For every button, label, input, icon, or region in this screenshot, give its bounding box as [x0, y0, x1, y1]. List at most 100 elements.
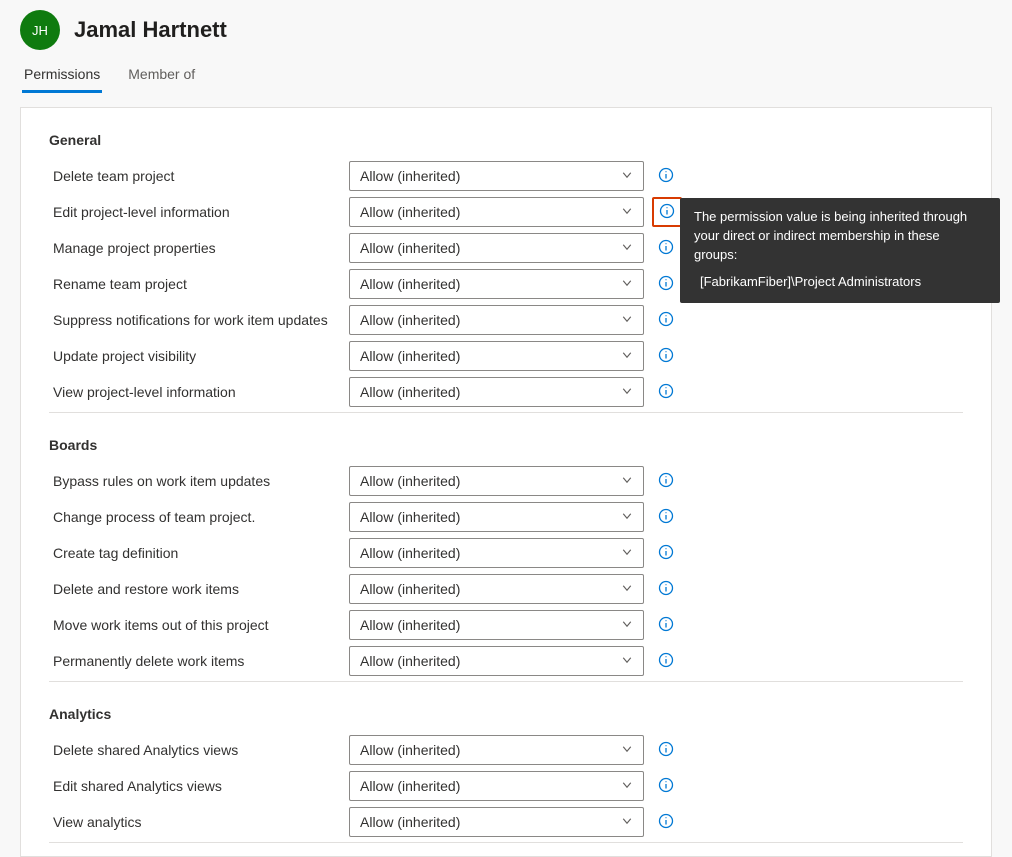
chevron-down-icon [621, 509, 633, 525]
chevron-down-icon [621, 240, 633, 256]
chevron-down-icon [621, 168, 633, 184]
permission-value: Allow (inherited) [360, 814, 460, 830]
permission-row: Suppress notifications for work item upd… [49, 302, 963, 338]
permission-label: Delete and restore work items [49, 581, 349, 597]
info-button[interactable] [652, 580, 680, 599]
info-icon [658, 347, 674, 366]
avatar-initials: JH [32, 23, 48, 38]
info-button[interactable] [652, 472, 680, 491]
info-button[interactable] [652, 197, 682, 227]
info-button[interactable] [652, 347, 680, 366]
chevron-down-icon [621, 384, 633, 400]
permission-label: Delete team project [49, 168, 349, 184]
permission-select[interactable]: Allow (inherited) [349, 269, 644, 299]
permission-value: Allow (inherited) [360, 581, 460, 597]
info-button[interactable] [652, 383, 680, 402]
permission-select[interactable]: Allow (inherited) [349, 197, 644, 227]
permission-value: Allow (inherited) [360, 509, 460, 525]
permission-row: Permanently delete work itemsAllow (inhe… [49, 643, 963, 679]
tooltip-text: The permission value is being inherited … [694, 208, 986, 265]
info-icon [658, 580, 674, 599]
info-button[interactable] [652, 544, 680, 563]
chevron-down-icon [621, 312, 633, 328]
permission-select[interactable]: Allow (inherited) [349, 161, 644, 191]
permission-select[interactable]: Allow (inherited) [349, 305, 644, 335]
permission-row: Edit shared Analytics viewsAllow (inheri… [49, 768, 963, 804]
permission-select[interactable]: Allow (inherited) [349, 377, 644, 407]
chevron-down-icon [621, 276, 633, 292]
user-header: JH Jamal Hartnett [0, 0, 1012, 58]
info-button[interactable] [652, 813, 680, 832]
permission-value: Allow (inherited) [360, 168, 460, 184]
info-button[interactable] [652, 167, 680, 186]
permission-value: Allow (inherited) [360, 617, 460, 633]
permission-row: Change process of team project. Allow (in… [49, 499, 963, 535]
permission-value: Allow (inherited) [360, 545, 460, 561]
info-icon [658, 544, 674, 563]
chevron-down-icon [621, 581, 633, 597]
tooltip-group: [FabrikamFiber]\Project Administrators [694, 273, 986, 292]
permission-select[interactable]: Allow (inherited) [349, 574, 644, 604]
info-button[interactable] [652, 652, 680, 671]
info-icon [658, 383, 674, 402]
info-icon [658, 311, 674, 330]
tab-member-of[interactable]: Member of [126, 58, 197, 93]
permission-select[interactable]: Allow (inherited) [349, 466, 644, 496]
permission-select[interactable]: Allow (inherited) [349, 538, 644, 568]
info-button[interactable] [652, 508, 680, 527]
info-icon [658, 741, 674, 760]
section-heading: Boards [49, 437, 963, 453]
permission-value: Allow (inherited) [360, 348, 460, 364]
permission-row: Bypass rules on work item updatesAllow (… [49, 463, 963, 499]
permission-label: Edit shared Analytics views [49, 778, 349, 794]
info-icon [658, 239, 674, 258]
info-icon [658, 167, 674, 186]
permission-select[interactable]: Allow (inherited) [349, 502, 644, 532]
chevron-down-icon [621, 204, 633, 220]
permission-row: Delete and restore work items Allow (inhe… [49, 571, 963, 607]
permission-label: Suppress notifications for work item upd… [49, 312, 349, 328]
info-icon [658, 275, 674, 294]
permission-row: Delete team project Allow (inherited) [49, 158, 963, 194]
info-button[interactable] [652, 616, 680, 635]
permission-tooltip: The permission value is being inherited … [680, 198, 1000, 303]
permission-value: Allow (inherited) [360, 473, 460, 489]
tab-permissions[interactable]: Permissions [22, 58, 102, 93]
chevron-down-icon [621, 545, 633, 561]
chevron-down-icon [621, 814, 633, 830]
permission-value: Allow (inherited) [360, 742, 460, 758]
chevron-down-icon [621, 617, 633, 633]
permission-select[interactable]: Allow (inherited) [349, 233, 644, 263]
permission-select[interactable]: Allow (inherited) [349, 807, 644, 837]
permission-row: Update project visibilityAllow (inherite… [49, 338, 963, 374]
permission-value: Allow (inherited) [360, 384, 460, 400]
section-heading: General [49, 132, 963, 148]
permission-select[interactable]: Allow (inherited) [349, 771, 644, 801]
section-heading: Analytics [49, 706, 963, 722]
permission-label: View analytics [49, 814, 349, 830]
info-button[interactable] [652, 275, 680, 294]
permission-value: Allow (inherited) [360, 312, 460, 328]
chevron-down-icon [621, 473, 633, 489]
permission-label: Change process of team project. [49, 509, 349, 525]
tab-bar: Permissions Member of [0, 58, 1012, 93]
info-icon [658, 652, 674, 671]
permission-row: Move work items out of this projectAllow… [49, 607, 963, 643]
permission-label: Edit project-level information [49, 204, 349, 220]
permission-label: Create tag definition [49, 545, 349, 561]
page-title: Jamal Hartnett [74, 17, 227, 43]
permission-label: Rename team project [49, 276, 349, 292]
info-button[interactable] [652, 311, 680, 330]
chevron-down-icon [621, 653, 633, 669]
permission-select[interactable]: Allow (inherited) [349, 341, 644, 371]
info-button[interactable] [652, 239, 680, 258]
permission-select[interactable]: Allow (inherited) [349, 735, 644, 765]
info-button[interactable] [652, 777, 680, 796]
permission-label: Delete shared Analytics views [49, 742, 349, 758]
info-button[interactable] [652, 741, 680, 760]
permission-select[interactable]: Allow (inherited) [349, 610, 644, 640]
permission-value: Allow (inherited) [360, 653, 460, 669]
permission-row: Create tag definition Allow (inherited) [49, 535, 963, 571]
permission-select[interactable]: Allow (inherited) [349, 646, 644, 676]
chevron-down-icon [621, 742, 633, 758]
